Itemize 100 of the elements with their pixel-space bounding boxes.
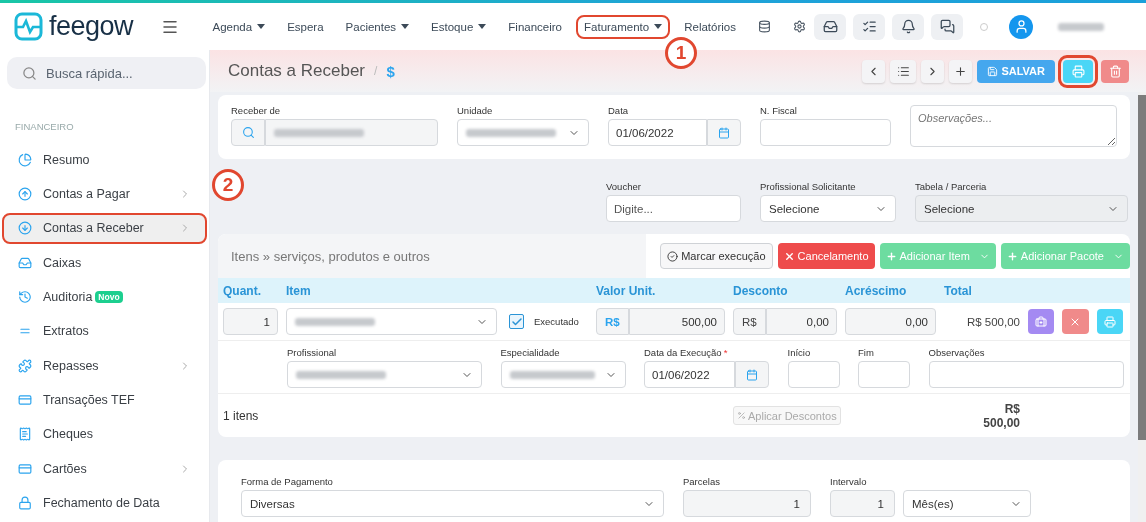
column-header: Quant. bbox=[223, 283, 262, 298]
input-field[interactable] bbox=[787, 361, 840, 388]
input-field[interactable] bbox=[858, 361, 910, 388]
calendar-button[interactable] bbox=[735, 361, 769, 388]
trash-icon bbox=[1108, 64, 1122, 78]
select-field[interactable] bbox=[287, 361, 482, 388]
up-arrow-circle-icon bbox=[18, 186, 32, 201]
select-field[interactable]: Diversas bbox=[241, 490, 664, 517]
field-label: Parcelas bbox=[683, 476, 720, 487]
quantity-field[interactable]: 1 bbox=[223, 308, 278, 335]
previous-button[interactable] bbox=[862, 59, 886, 83]
column-header: Valor Unit. bbox=[596, 283, 657, 298]
input-field[interactable] bbox=[760, 119, 891, 146]
select-field[interactable] bbox=[457, 119, 589, 146]
total-value: 500,00 bbox=[983, 415, 1020, 430]
nav-item[interactable]: Faturamento bbox=[576, 14, 671, 39]
avatar[interactable] bbox=[1009, 14, 1033, 39]
checklist-icon bbox=[861, 19, 877, 34]
nav-item[interactable]: Pacientes bbox=[337, 14, 418, 39]
search-field[interactable] bbox=[265, 119, 438, 146]
chat-button[interactable] bbox=[931, 13, 963, 40]
plus-icon bbox=[885, 250, 897, 262]
printer-icon bbox=[1103, 315, 1116, 328]
sidebar-item[interactable]: Cheques bbox=[2, 418, 207, 450]
save-icon bbox=[987, 65, 999, 77]
field-label: Receber de bbox=[231, 105, 281, 116]
pie-chart-icon bbox=[18, 152, 32, 167]
checkbox-label: Executado bbox=[534, 316, 579, 327]
list-button[interactable] bbox=[890, 59, 917, 83]
nav-item[interactable]: Relatórios bbox=[676, 14, 744, 39]
history-icon bbox=[18, 289, 32, 304]
field-label: Início bbox=[787, 347, 811, 358]
sidebar-item[interactable]: Caixas bbox=[2, 247, 207, 279]
input-field[interactable]: Digite... bbox=[606, 195, 741, 222]
sidebar-item[interactable]: Fechamento de Data bbox=[2, 487, 207, 519]
sidebar-item[interactable]: Extratos bbox=[2, 315, 207, 347]
annotation-marker: 2 bbox=[212, 169, 244, 201]
inbox-icon bbox=[18, 255, 32, 270]
database-icon bbox=[758, 20, 771, 33]
nav-item[interactable]: Agenda bbox=[204, 14, 274, 39]
date-field[interactable]: 01/06/2022 bbox=[608, 119, 707, 146]
sidebar-item[interactable]: Contas a Pagar bbox=[2, 178, 207, 210]
sidebar-item[interactable]: Contas a Receber bbox=[2, 212, 207, 244]
field-label: Voucher bbox=[606, 181, 641, 192]
delete-button[interactable] bbox=[1101, 59, 1129, 83]
printer-icon bbox=[1071, 64, 1085, 78]
field-label: Tabela / Parceria bbox=[915, 181, 987, 192]
print-button[interactable] bbox=[1096, 309, 1123, 334]
sidebar-item[interactable]: Resumo bbox=[2, 144, 207, 176]
card-icon bbox=[18, 461, 32, 476]
notes-field[interactable]: Observações... bbox=[910, 105, 1117, 147]
column-header: Item bbox=[286, 283, 312, 298]
field-label: Data bbox=[608, 105, 629, 116]
inbox-button[interactable] bbox=[814, 13, 846, 40]
check-circle-icon bbox=[667, 250, 679, 262]
discount-field[interactable]: 0,00 bbox=[765, 308, 837, 335]
logo-text: feegow bbox=[49, 11, 134, 42]
action-button[interactable]: Marcar execução bbox=[660, 243, 773, 269]
number-field[interactable]: 1 bbox=[830, 490, 895, 517]
item-count: 1 itens bbox=[223, 408, 260, 423]
column-header: Acréscimo bbox=[845, 283, 908, 298]
field-label: Profissional Solicitante bbox=[760, 181, 856, 192]
date-field[interactable]: 01/06/2022 bbox=[644, 361, 735, 388]
sidebar-item[interactable]: Cartões bbox=[2, 453, 207, 485]
checklist-button[interactable] bbox=[853, 13, 885, 40]
nav-item[interactable]: Estoque bbox=[423, 14, 495, 39]
add-button[interactable] bbox=[949, 59, 973, 83]
price-field[interactable]: 500,00 bbox=[628, 308, 725, 335]
select-field[interactable]: Selecione bbox=[760, 195, 896, 222]
column-header: Total bbox=[944, 283, 973, 298]
input-field[interactable] bbox=[928, 361, 1124, 388]
plus-icon bbox=[1006, 250, 1018, 262]
select-field[interactable] bbox=[500, 361, 626, 388]
scrollbar-thumb[interactable] bbox=[1138, 95, 1146, 440]
field-label: Fim bbox=[858, 347, 874, 358]
action-button[interactable]: Cancelamento bbox=[777, 243, 875, 269]
nav-item[interactable]: Espera bbox=[279, 14, 332, 39]
field-label: Observações bbox=[928, 347, 985, 358]
calendar-icon bbox=[718, 126, 730, 139]
remove-button[interactable] bbox=[1062, 309, 1089, 334]
field-label: Data da Execução bbox=[644, 347, 722, 358]
percent-icon bbox=[737, 411, 746, 420]
section-title: Itens » serviços, produtos e outros bbox=[218, 234, 647, 278]
sidebar-item[interactable]: Repasses bbox=[2, 350, 207, 382]
item-select[interactable] bbox=[286, 308, 497, 335]
close-icon bbox=[783, 250, 795, 262]
search-field[interactable]: Busca rápida... bbox=[7, 57, 206, 89]
medical-bag-button[interactable] bbox=[1028, 309, 1055, 334]
number-field[interactable]: 1 bbox=[683, 490, 811, 517]
select-field[interactable]: Mês(es) bbox=[903, 490, 1031, 517]
surcharge-field[interactable]: 0,00 bbox=[845, 308, 936, 335]
checkbox[interactable] bbox=[509, 314, 524, 329]
sidebar-item[interactable]: Auditoria Novo bbox=[2, 281, 207, 313]
chat-icon bbox=[939, 19, 955, 34]
nav-item[interactable]: Financeiro bbox=[500, 14, 570, 39]
calendar-button[interactable] bbox=[707, 119, 741, 146]
notifications-button[interactable] bbox=[892, 13, 924, 40]
sidebar-item[interactable]: Transações TEF bbox=[2, 384, 207, 416]
medical-bag-icon bbox=[1035, 315, 1048, 328]
down-arrow-circle-icon bbox=[18, 221, 32, 236]
